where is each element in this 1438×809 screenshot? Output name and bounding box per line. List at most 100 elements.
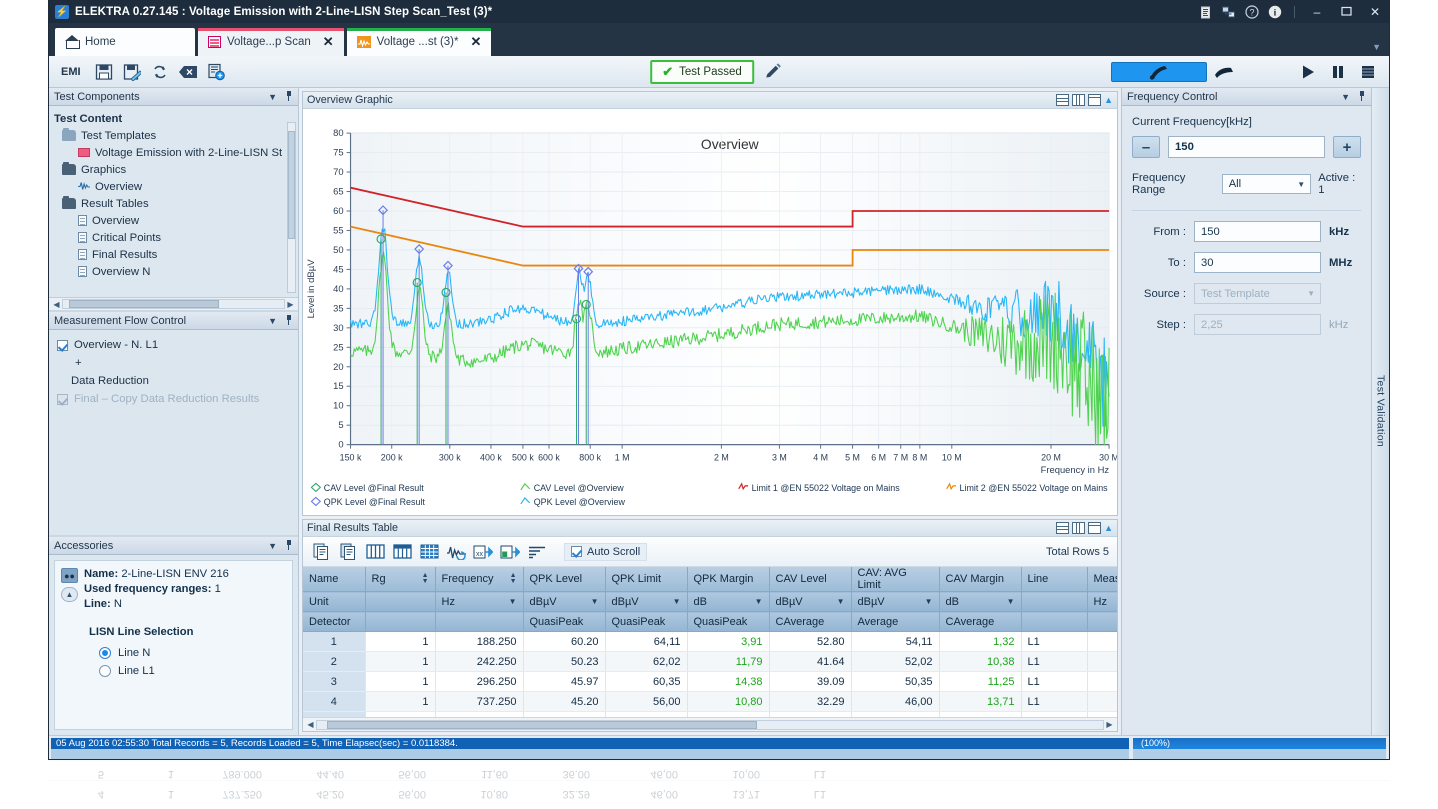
chevron-down-icon[interactable]: ▼ xyxy=(268,92,277,102)
tree-item-overview[interactable]: Overview xyxy=(54,212,296,229)
scroll-thumb[interactable] xyxy=(69,300,219,308)
frequency-range-select[interactable]: All ▼ xyxy=(1222,174,1312,194)
unit-cav-avg-limit[interactable]: dBµV▼ xyxy=(851,592,939,612)
export-excel-icon[interactable] xyxy=(498,541,522,563)
info-icon[interactable]: i xyxy=(1268,5,1282,19)
table-horizontal-scrollbar[interactable]: ◀ ▶ xyxy=(303,717,1117,731)
tree-item-final-results[interactable]: Final Results xyxy=(54,246,296,263)
scroll-left-icon[interactable]: ◀ xyxy=(305,720,316,729)
col-qpk-level[interactable]: QPK Level xyxy=(523,567,605,592)
auto-scroll-toggle[interactable]: Auto Scroll xyxy=(564,543,647,561)
tree-vertical-scrollbar[interactable] xyxy=(287,122,296,293)
tree-item-critical-points[interactable]: Critical Points xyxy=(54,229,296,246)
table-row[interactable]: 21242.25050.2362,0211,7941.6452,0210,38L… xyxy=(303,652,1117,672)
rows-icon[interactable] xyxy=(1056,94,1069,106)
network-icon[interactable] xyxy=(1222,5,1236,19)
radio-icon[interactable] xyxy=(99,647,111,659)
tree-item-result-tables[interactable]: Result Tables xyxy=(54,195,296,212)
col-qpk-limit[interactable]: QPK Limit xyxy=(605,567,687,592)
add-template-icon[interactable] xyxy=(203,60,229,84)
tab-voltage-step-scan[interactable]: Voltage...p Scan ✕ xyxy=(198,28,344,56)
pause-icon[interactable] xyxy=(1325,60,1351,84)
copy-icon[interactable] xyxy=(309,541,333,563)
overview-chart[interactable]: 05101520253035404550556065707580Level in… xyxy=(303,109,1117,515)
trace-icon[interactable] xyxy=(444,541,468,563)
table-row[interactable]: 41737.25045.2056,0010,8032.2946,0013,71L… xyxy=(303,692,1117,712)
col-cav-level[interactable]: CAV Level xyxy=(769,567,851,592)
tree-horizontal-scrollbar[interactable]: ◀ ▶ xyxy=(49,297,298,310)
tree-item-voltage-emission-template[interactable]: Voltage Emission with 2-Line-LISN St xyxy=(54,144,296,161)
scroll-right-icon[interactable]: ▶ xyxy=(1104,720,1115,729)
table-row[interactable]: 51789.00044.4056,0011,6036.0046,0010,00L… xyxy=(303,712,1117,718)
window-icon[interactable] xyxy=(1088,94,1101,106)
tree-item-overview-n[interactable]: Overview N xyxy=(54,263,296,280)
collapse-icon[interactable]: ▲ xyxy=(1104,95,1113,105)
window-icon[interactable] xyxy=(1088,522,1101,534)
help-icon[interactable]: ? xyxy=(1245,5,1259,19)
unit-qpk-margin[interactable]: dB▼ xyxy=(687,592,769,612)
col-cav-avg-limit[interactable]: CAV: AVG Limit xyxy=(851,567,939,592)
decrement-button[interactable]: – xyxy=(1132,136,1160,158)
col-line[interactable]: Line xyxy=(1021,567,1087,592)
col-meas-b[interactable]: Meas B xyxy=(1087,567,1117,592)
tree-item-test-templates[interactable]: Test Templates xyxy=(54,127,296,144)
test-components-tree[interactable]: Test Content Test Templates Voltage Emis… xyxy=(49,106,298,297)
pin-icon[interactable] xyxy=(284,540,293,550)
sort-icon[interactable] xyxy=(525,541,549,563)
pin-icon[interactable] xyxy=(284,91,293,101)
report-icon[interactable] xyxy=(1199,5,1213,19)
col-qpk-margin[interactable]: QPK Margin xyxy=(687,567,769,592)
refresh-icon[interactable] xyxy=(147,60,173,84)
unit-cav-level[interactable]: dBµV▼ xyxy=(769,592,851,612)
from-input[interactable]: 150 xyxy=(1194,221,1321,242)
tree-item-graphics-overview[interactable]: Overview xyxy=(54,178,296,195)
paste-icon[interactable] xyxy=(336,541,360,563)
rows-icon[interactable] xyxy=(1056,522,1069,534)
current-frequency-input[interactable]: 150 xyxy=(1168,136,1325,158)
unit-qpk-limit[interactable]: dBµV▼ xyxy=(605,592,687,612)
stop-icon[interactable] xyxy=(1355,60,1381,84)
unit-qpk-level[interactable]: dBµV▼ xyxy=(523,592,605,612)
columns-icon[interactable] xyxy=(1072,94,1085,106)
table-row[interactable]: 31296.25045.9760,3514,3839.0950,3511,25L… xyxy=(303,672,1117,692)
increment-button[interactable]: + xyxy=(1333,136,1361,158)
test-validation-tab[interactable]: Test Validation xyxy=(1371,88,1389,735)
maximize-button[interactable] xyxy=(1336,5,1356,19)
save-icon[interactable] xyxy=(91,60,117,84)
scroll-thumb[interactable] xyxy=(327,721,757,729)
chevron-down-icon[interactable]: ▼ xyxy=(268,541,277,551)
tree-item-graphics[interactable]: Graphics xyxy=(54,161,296,178)
table-row[interactable]: 11188.25060.2064,113,9152.8054,111,32L1 xyxy=(303,632,1117,652)
unit-frequency[interactable]: Hz▼ xyxy=(435,592,523,612)
col-cav-margin[interactable]: CAV Margin xyxy=(939,567,1021,592)
columns-icon[interactable] xyxy=(363,541,387,563)
tab-voltage-test-3[interactable]: Voltage ...st (3)* ✕ xyxy=(347,28,492,56)
minimize-button[interactable]: – xyxy=(1307,5,1327,19)
lisn-icon[interactable] xyxy=(1211,60,1237,84)
col-name[interactable]: Name xyxy=(303,567,365,592)
radio-icon[interactable] xyxy=(99,665,111,677)
checkbox-icon[interactable] xyxy=(571,546,582,557)
pencil-icon[interactable] xyxy=(760,60,786,84)
radio-line-l1[interactable]: Line L1 xyxy=(99,662,286,680)
col-rg[interactable]: Rg▲▼ xyxy=(365,567,435,592)
tab-home[interactable]: Home xyxy=(55,28,195,56)
save-as-icon[interactable] xyxy=(119,60,145,84)
tab-close-icon[interactable]: ✕ xyxy=(471,34,482,50)
chevron-down-icon[interactable]: ▼ xyxy=(1372,42,1381,52)
chevron-down-icon[interactable]: ▼ xyxy=(268,316,277,326)
col-frequency[interactable]: Frequency▲▼ xyxy=(435,567,523,592)
collapse-icon[interactable]: ▲ xyxy=(61,587,78,602)
pin-icon[interactable] xyxy=(1357,91,1366,101)
checkbox-icon[interactable] xyxy=(57,340,68,351)
unit-cav-margin[interactable]: dB▼ xyxy=(939,592,1021,612)
play-icon[interactable] xyxy=(1295,60,1321,84)
collapse-icon[interactable]: ▲ xyxy=(1104,523,1113,533)
to-input[interactable]: 30 xyxy=(1194,252,1321,273)
scroll-right-icon[interactable]: ▶ xyxy=(285,300,296,309)
antenna-icon[interactable] xyxy=(1111,62,1207,82)
flow-item-overview[interactable]: Overview - N. L1 xyxy=(57,336,290,354)
pin-icon[interactable] xyxy=(284,315,293,325)
chevron-down-icon[interactable]: ▼ xyxy=(1341,92,1350,102)
results-grid[interactable]: Name Rg▲▼ Frequency▲▼ QPK Level QPK Limi… xyxy=(303,567,1117,717)
